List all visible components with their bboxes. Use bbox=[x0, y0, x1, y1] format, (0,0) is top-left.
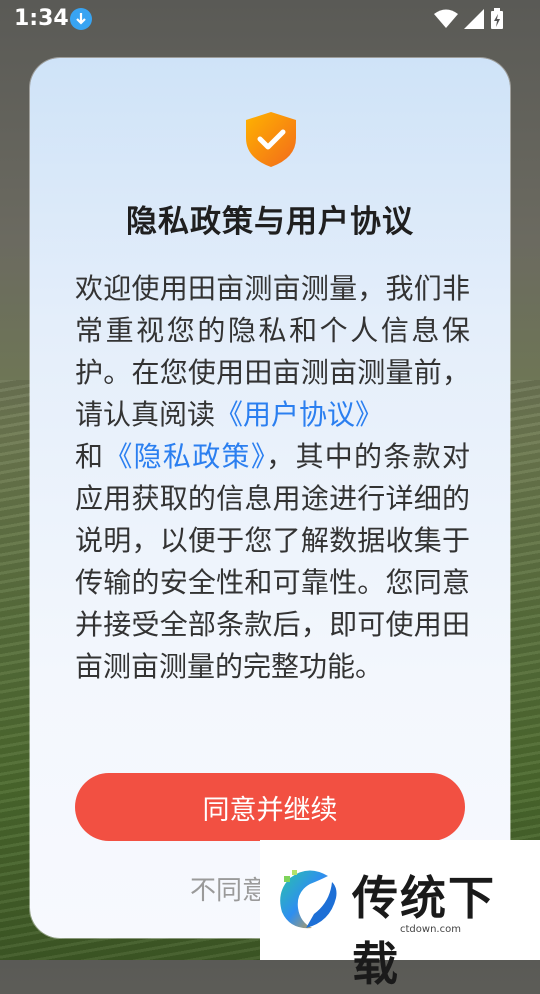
body-text-rest: ，其中的条款对应用获取的信息用途进行详细的说明，以便于您了解数据收集于传输的安全… bbox=[75, 440, 470, 683]
battery-charging-icon bbox=[491, 8, 503, 29]
shield-check-icon bbox=[246, 112, 296, 167]
brand-logo-icon bbox=[280, 870, 337, 929]
dialog-body-text: 欢迎使用田亩测亩测量，我们非常重视您的隐私和个人信息保护。在您使用田亩测亩测量前… bbox=[75, 268, 470, 688]
privacy-policy-link[interactable]: 《隐私政策》 bbox=[104, 440, 266, 473]
status-time: 1:34 bbox=[14, 6, 69, 31]
download-arrow-icon bbox=[70, 8, 92, 30]
wifi-icon bbox=[434, 9, 458, 28]
disagree-button[interactable]: 不同意 bbox=[190, 870, 268, 907]
dialog-title: 隐私政策与用户协议 bbox=[126, 204, 414, 240]
watermark-logo: 传统下载 ctdown.com bbox=[260, 840, 540, 991]
watermark-site-text: ctdown.com bbox=[400, 924, 461, 935]
signal-icon bbox=[464, 9, 484, 29]
status-icons bbox=[434, 8, 504, 30]
body-text-and: 和 bbox=[75, 440, 105, 473]
privacy-dialog: 隐私政策与用户协议 欢迎使用田亩测亩测量，我们非常重视您的隐私和个人信息保护。在… bbox=[30, 58, 510, 938]
user-agreement-link[interactable]: 《用户协议》 bbox=[215, 398, 383, 431]
agree-continue-button[interactable]: 同意并继续 bbox=[75, 773, 465, 841]
status-bar: 1:34 bbox=[0, 0, 540, 40]
